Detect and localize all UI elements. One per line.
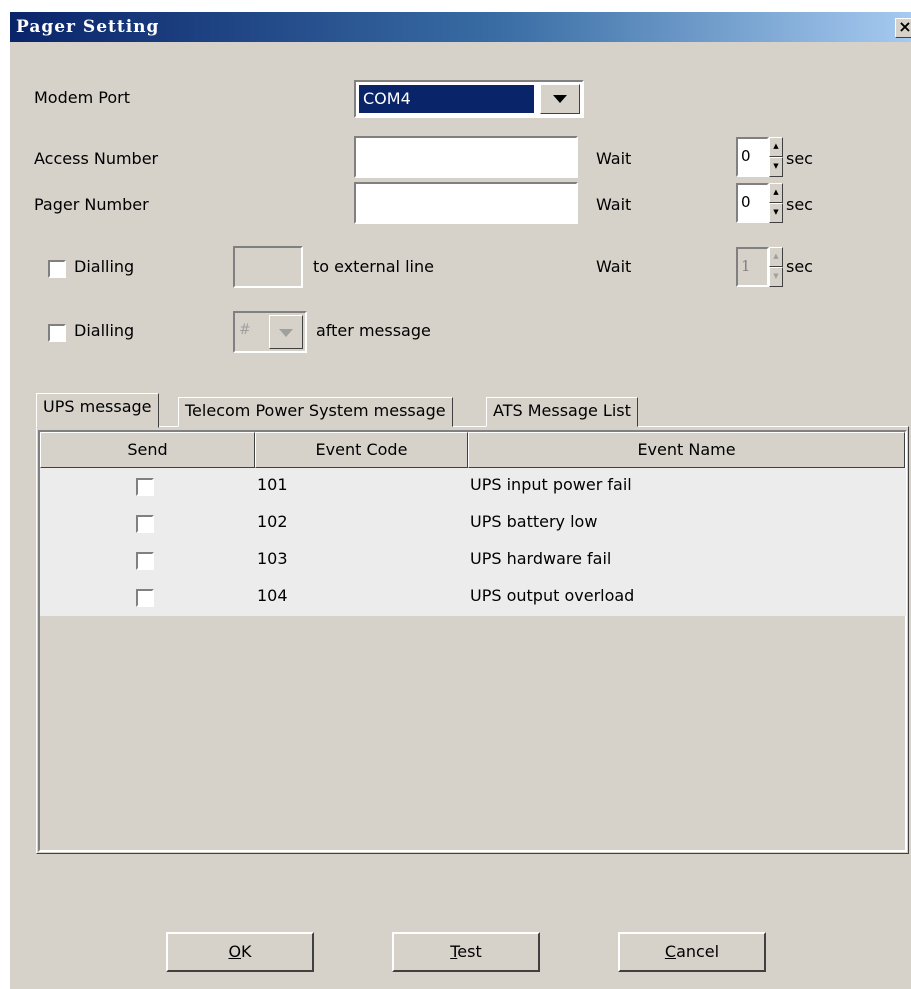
table-row[interactable]: 101 UPS input power fail: [40, 468, 906, 505]
pager-setting-dialog: Pager Setting × Modem Port COM4 Access N…: [10, 12, 911, 989]
send-checkbox[interactable]: [136, 552, 154, 570]
dropdown-button: [269, 315, 303, 349]
table-row[interactable]: 103 UPS hardware fail: [40, 542, 906, 579]
column-header-event-code[interactable]: Event Code: [255, 432, 468, 468]
title-bar[interactable]: Pager Setting ×: [10, 12, 911, 42]
pager-number-input[interactable]: [354, 182, 578, 224]
spin-down-icon: ▼: [769, 267, 783, 287]
access-sec-label: sec: [786, 149, 813, 168]
event-name: UPS input power fail: [470, 475, 632, 494]
send-checkbox[interactable]: [136, 515, 154, 533]
cancel-label: ancel: [676, 942, 720, 961]
send-checkbox[interactable]: [136, 589, 154, 607]
pager-wait-input[interactable]: 0: [736, 183, 769, 223]
cancel-mnemonic: C: [664, 942, 677, 961]
event-code: 104: [257, 586, 288, 605]
test-label: est: [457, 942, 482, 961]
tab-ats-message-list[interactable]: ATS Message List: [486, 397, 638, 427]
chevron-down-icon: [553, 95, 567, 103]
modem-port-value: COM4: [358, 84, 535, 114]
send-checkbox[interactable]: [136, 478, 154, 496]
spin-down-icon[interactable]: ▼: [769, 203, 783, 223]
ok-label: K: [241, 942, 252, 961]
pager-sec-label: sec: [786, 195, 813, 214]
external-line-label: to external line: [313, 257, 434, 276]
modem-port-label: Modem Port: [34, 88, 130, 107]
tab-ups-message[interactable]: UPS message: [36, 393, 159, 428]
modem-port-select[interactable]: COM4: [354, 80, 584, 118]
spin-up-icon[interactable]: ▲: [769, 137, 783, 157]
pager-wait-spinner[interactable]: 0 ▲ ▼: [736, 183, 783, 223]
table-row[interactable]: 104 UPS output overload: [40, 579, 906, 616]
external-sec-label: sec: [786, 257, 813, 276]
access-number-label: Access Number: [34, 149, 159, 168]
event-name: UPS output overload: [470, 586, 635, 605]
event-name: UPS battery low: [470, 512, 598, 531]
ok-mnemonic: O: [228, 942, 242, 961]
pager-wait-label: Wait: [596, 195, 632, 214]
chevron-down-icon: [279, 329, 293, 337]
access-wait-label: Wait: [596, 149, 632, 168]
spin-up-icon[interactable]: ▲: [769, 183, 783, 203]
event-code: 103: [257, 549, 288, 568]
dial-after-label: Dialling: [74, 321, 135, 340]
event-code: 102: [257, 512, 288, 531]
close-icon[interactable]: ×: [895, 18, 911, 38]
table-row[interactable]: 102 UPS battery low: [40, 505, 906, 542]
spin-down-icon[interactable]: ▼: [769, 157, 783, 177]
external-line-input: [233, 246, 303, 288]
external-wait-spinner: 1 ▲ ▼: [736, 247, 783, 287]
test-button[interactable]: Test: [392, 932, 540, 972]
dial-after-checkbox[interactable]: [48, 324, 66, 342]
external-wait-input: 1: [736, 247, 769, 287]
tab-telecom-power-system-message[interactable]: Telecom Power System message: [178, 397, 453, 427]
access-number-input[interactable]: [354, 136, 578, 178]
dial-external-label: Dialling: [74, 257, 135, 276]
access-wait-spinner[interactable]: 0 ▲ ▼: [736, 137, 783, 177]
window-title: Pager Setting: [16, 17, 160, 37]
pager-number-label: Pager Number: [34, 195, 149, 214]
event-name: UPS hardware fail: [470, 549, 612, 568]
after-message-select: #: [233, 311, 307, 353]
column-header-send[interactable]: Send: [40, 432, 255, 468]
spin-up-icon: ▲: [769, 247, 783, 267]
cancel-button[interactable]: Cancel: [618, 932, 766, 972]
external-wait-label: Wait: [596, 257, 632, 276]
access-wait-input[interactable]: 0: [736, 137, 769, 177]
column-header-event-name[interactable]: Event Name: [468, 432, 905, 468]
after-message-value: #: [239, 322, 251, 338]
event-table: Send Event Code Event Name 101 UPS input…: [38, 430, 907, 852]
ok-button[interactable]: OK: [166, 932, 314, 972]
dial-external-checkbox[interactable]: [48, 260, 66, 278]
after-message-label: after message: [316, 321, 431, 340]
dropdown-button[interactable]: [540, 84, 580, 114]
event-code: 101: [257, 475, 288, 494]
